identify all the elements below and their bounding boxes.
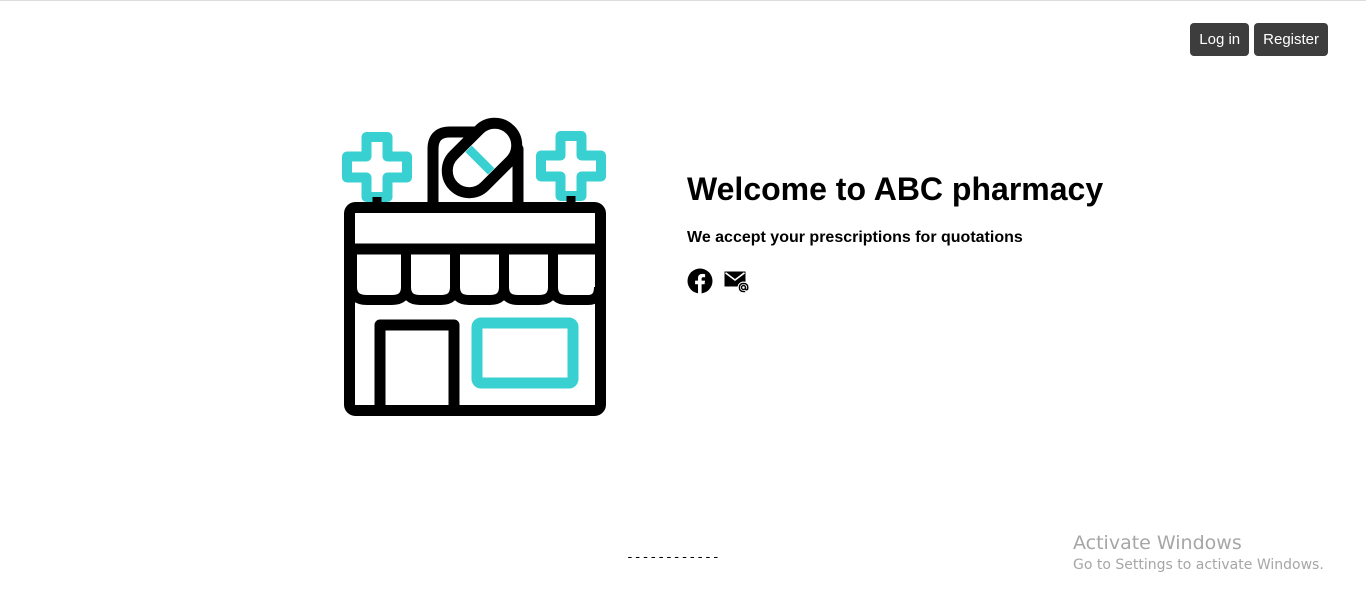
watermark-title: Activate Windows (1073, 532, 1242, 554)
page-title: Welcome to ABC pharmacy (687, 171, 1104, 207)
watermark-subtitle: Go to Settings to activate Windows. (1073, 557, 1324, 573)
social-links (687, 268, 1103, 294)
email-icon[interactable] (724, 268, 750, 294)
auth-nav: Log in Register (1190, 23, 1328, 56)
pharmacy-store-icon (342, 117, 606, 416)
register-button[interactable]: Register (1254, 23, 1328, 56)
facebook-icon[interactable] (687, 268, 713, 294)
login-button[interactable]: Log in (1190, 23, 1250, 56)
hero-section: Welcome to ABC pharmacy We accept your p… (687, 169, 1103, 294)
hero-subtitle: We accept your prescriptions for quotati… (687, 229, 1023, 246)
footer-separator: ------------ (626, 550, 720, 565)
activate-windows-watermark: Activate Windows Go to Settings to activ… (1073, 532, 1324, 576)
